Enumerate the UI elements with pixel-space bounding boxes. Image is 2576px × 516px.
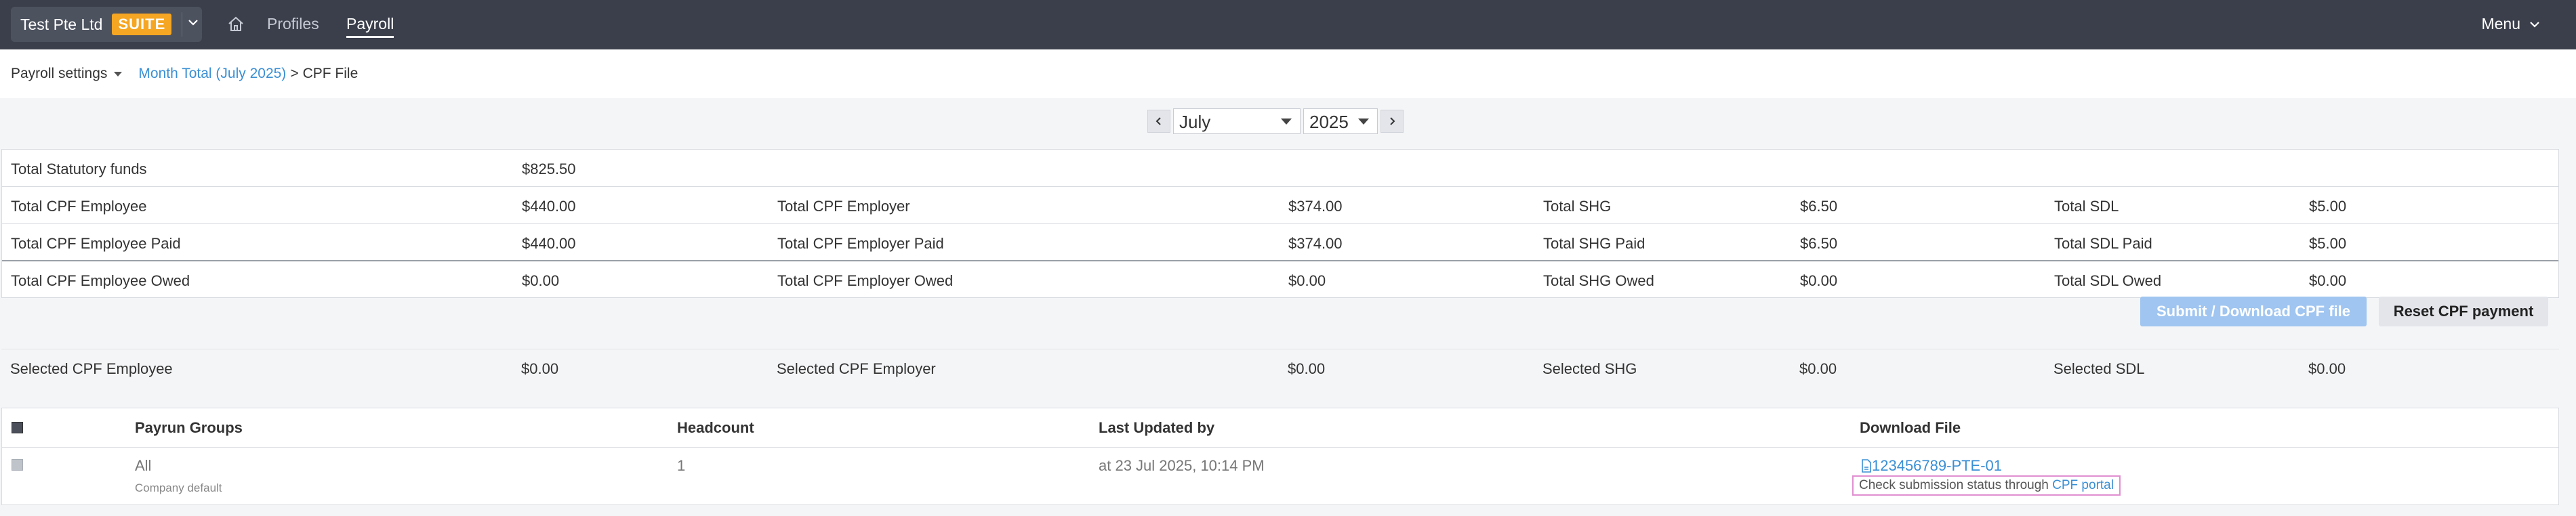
label: Total SDL Paid — [2054, 235, 2152, 252]
payroll-settings-dropdown[interactable]: Payroll settings — [11, 66, 107, 82]
period-selector: July 2025 — [1147, 108, 1404, 134]
value: $374.00 — [1288, 235, 1343, 252]
value: $0.00 — [2308, 360, 2346, 377]
value: $0.00 — [1288, 272, 1326, 289]
value: $0.00 — [1288, 360, 1326, 377]
value: $5.00 — [2309, 198, 2347, 215]
caret-down-icon — [1281, 119, 1292, 125]
file-icon — [1862, 459, 1871, 473]
breadcrumb-month-total[interactable]: Month Total (July 2025) — [138, 66, 286, 82]
label: Total CPF Employee Owed — [11, 272, 190, 289]
label: Total CPF Employer — [777, 198, 910, 215]
value: $6.50 — [1800, 235, 1838, 252]
menu-button[interactable]: Menu — [2481, 15, 2542, 33]
month-value: July — [1179, 112, 1211, 132]
cpf-totals-table: Total Statutory funds $825.50 Total CPF … — [1, 149, 2559, 298]
month-select[interactable]: July — [1173, 108, 1301, 134]
table-header: Payrun Groups Headcount Last Updated by … — [2, 408, 2558, 448]
col-headcount: Headcount — [677, 419, 754, 436]
label: Total SDL — [2054, 198, 2119, 215]
value: $0.00 — [1799, 360, 1837, 377]
table-row: Total CPF Employee $440.00 Total CPF Emp… — [2, 187, 2558, 224]
col-download-file: Download File — [1860, 419, 1961, 436]
notice-text: Check submission status through — [1859, 478, 2049, 492]
chevron-down-icon — [2530, 21, 2539, 28]
chevron-right-icon — [1390, 117, 1395, 125]
select-all-checkbox[interactable] — [12, 422, 23, 433]
submit-download-cpf-button[interactable]: Submit / Download CPF file — [2140, 297, 2367, 326]
label: Selected CPF Employer — [777, 360, 936, 377]
top-navbar: Test Pte Ltd SUITE Profiles Payroll Menu — [0, 0, 2576, 49]
statutory-value: $825.50 — [522, 160, 576, 177]
col-last-updated: Last Updated by — [1099, 419, 1215, 436]
submission-status-notice: Check submission status through CPF port… — [1852, 475, 2121, 496]
label: Total SHG Paid — [1543, 235, 1645, 252]
company-name: Test Pte Ltd — [20, 15, 103, 33]
selected-totals-row: Selected CPF Employee $0.00 Selected CPF… — [0, 351, 2576, 385]
label: Selected CPF Employee — [10, 360, 173, 377]
value: $0.00 — [1800, 272, 1838, 289]
year-value: 2025 — [1309, 112, 1349, 132]
table-row: Total CPF Employee Owed $0.00 Total CPF … — [2, 261, 2558, 299]
value: $0.00 — [522, 272, 560, 289]
label: Total CPF Employer Paid — [777, 235, 944, 252]
nav-payroll[interactable]: Payroll — [346, 15, 394, 38]
reset-cpf-payment-button[interactable]: Reset CPF payment — [2379, 297, 2548, 326]
next-month-button[interactable] — [1381, 110, 1404, 133]
payrun-groups-table: Payrun Groups Headcount Last Updated by … — [1, 408, 2559, 505]
label: Total SHG Owed — [1543, 272, 1654, 289]
row-checkbox[interactable] — [12, 459, 23, 471]
label: Total SHG — [1543, 198, 1612, 215]
prev-month-button[interactable] — [1147, 110, 1170, 133]
label: Total CPF Employee — [11, 198, 147, 215]
suite-badge: SUITE — [112, 14, 172, 35]
chevron-down-icon[interactable] — [186, 15, 201, 30]
breadcrumb-current: CPF File — [302, 66, 359, 81]
group-name: All — [135, 457, 152, 474]
label: Total SDL Owed — [2054, 272, 2162, 289]
chevron-left-icon — [1156, 117, 1161, 125]
breadcrumb-bar: Payroll settings Month Total (July 2025)… — [0, 49, 2576, 98]
table-row: Total Statutory funds $825.50 — [2, 150, 2558, 187]
caret-down-icon[interactable] — [114, 71, 123, 77]
label: Selected SHG — [1542, 360, 1637, 377]
last-updated-value: at 23 Jul 2025, 10:14 PM — [1099, 457, 1265, 474]
headcount-value: 1 — [677, 457, 686, 474]
value: $440.00 — [522, 235, 576, 252]
menu-label: Menu — [2481, 15, 2520, 33]
breadcrumb-separator: > — [290, 66, 299, 81]
value: $440.00 — [522, 198, 576, 215]
value: $0.00 — [2309, 272, 2347, 289]
label: Total CPF Employer Owed — [777, 272, 954, 289]
caret-down-icon — [1358, 119, 1369, 125]
nav-profiles[interactable]: Profiles — [267, 15, 319, 33]
home-icon[interactable] — [226, 15, 245, 34]
value: $0.00 — [521, 360, 559, 377]
value: $5.00 — [2309, 235, 2347, 252]
cpf-portal-link[interactable]: CPF portal — [2052, 478, 2114, 492]
col-payrun-groups: Payrun Groups — [135, 419, 243, 436]
group-subtext: Company default — [135, 481, 222, 494]
value: $6.50 — [1800, 198, 1838, 215]
label: Selected SDL — [2053, 360, 2145, 377]
company-switcher[interactable]: Test Pte Ltd SUITE — [11, 7, 202, 42]
table-row: Total CPF Employee Paid $440.00 Total CP… — [2, 224, 2558, 261]
breadcrumb: Payroll settings Month Total (July 2025)… — [11, 66, 358, 82]
value: $374.00 — [1288, 198, 1343, 215]
year-select[interactable]: 2025 — [1303, 108, 1378, 134]
file-name: 123456789-PTE-01 — [1872, 457, 2003, 474]
cpf-file-download-link[interactable]: 123456789-PTE-01 — [1861, 457, 2002, 475]
label: Total CPF Employee Paid — [11, 235, 181, 252]
statutory-label: Total Statutory funds — [11, 160, 147, 177]
